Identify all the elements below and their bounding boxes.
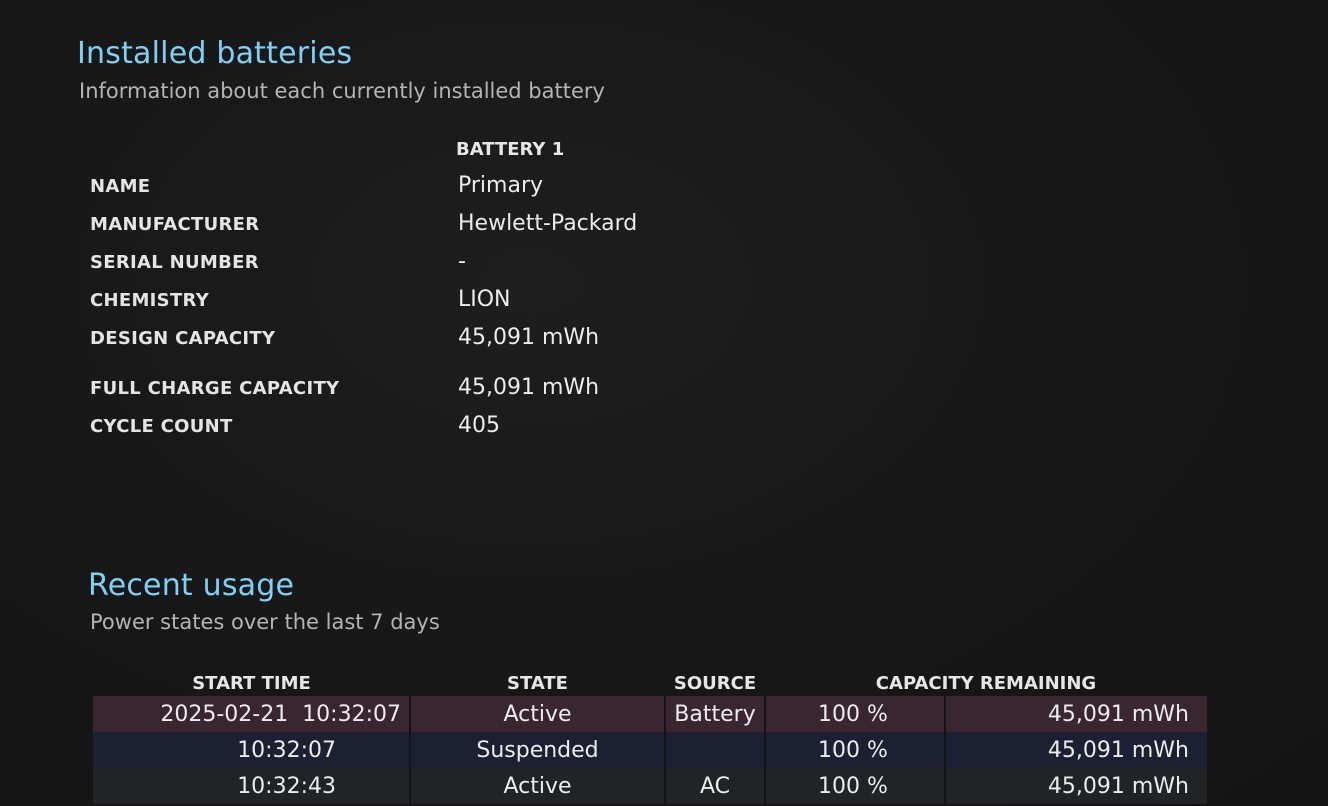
battery-label: CHEMISTRY <box>90 290 210 311</box>
battery-row-manufacturer: MANUFACTURER Hewlett-Packard <box>90 209 790 247</box>
battery-row-chemistry: CHEMISTRY LION <box>90 285 790 323</box>
battery-value: - <box>458 249 466 274</box>
battery-row-cycle-count: CYCLE COUNT 405 <box>90 411 790 449</box>
start-time-cell: 2025-02-21 10:32:07 <box>93 696 411 732</box>
capacity-percent-cell: 100 % <box>765 696 946 732</box>
state-cell: Active <box>410 696 666 732</box>
state-header: STATE <box>507 673 568 694</box>
start-time-header: START TIME <box>192 673 311 694</box>
usage-header-row: START TIME STATE SOURCE CAPACITY REMAINI… <box>93 662 1207 696</box>
recent-usage-subtitle: Power states over the last 7 days <box>90 610 440 634</box>
capacity-percent-cell: 100 % <box>765 732 946 768</box>
battery-value: Hewlett-Packard <box>458 211 638 236</box>
battery-label: DESIGN CAPACITY <box>90 328 276 349</box>
battery-label: MANUFACTURER <box>90 214 260 235</box>
start-time-cell: 10:32:07 <box>93 732 411 768</box>
battery-value: Primary <box>458 173 544 198</box>
battery-label: FULL CHARGE CAPACITY <box>90 378 340 399</box>
capacity-remaining-header: CAPACITY REMAINING <box>875 673 1097 694</box>
battery-row-design-capacity: DESIGN CAPACITY 45,091 mWh <box>90 323 790 361</box>
battery-column-header: BATTERY 1 <box>456 139 565 160</box>
capacity-mwh-cell: 45,091 mWh <box>945 696 1207 732</box>
installed-batteries-subtitle: Information about each currently install… <box>79 79 605 103</box>
battery-label: NAME <box>90 176 151 197</box>
battery-row-serial-number: SERIAL NUMBER - <box>90 247 790 285</box>
battery-row-name: NAME Primary <box>90 171 790 209</box>
battery-row-full-charge-capacity: FULL CHARGE CAPACITY 45,091 mWh <box>90 373 790 411</box>
table-row: 10:32:07 Suspended 100 % 45,091 mWh <box>93 732 1207 768</box>
capacity-percent-cell: 100 % <box>765 768 946 804</box>
start-time-cell: 10:32:43 <box>93 768 411 804</box>
source-cell <box>665 732 766 768</box>
battery-label: CYCLE COUNT <box>90 416 233 437</box>
source-header: SOURCE <box>673 673 757 694</box>
battery-value: LION <box>458 287 511 312</box>
battery-value: 45,091 mWh <box>458 325 600 350</box>
source-cell: Battery <box>665 696 766 732</box>
source-cell: AC <box>665 768 766 804</box>
battery-label: SERIAL NUMBER <box>90 252 259 273</box>
recent-usage-table: START TIME STATE SOURCE CAPACITY REMAINI… <box>93 662 1207 804</box>
state-cell: Suspended <box>410 732 666 768</box>
recent-usage-title: Recent usage <box>88 568 295 603</box>
battery-value: 405 <box>458 413 500 438</box>
battery-info-table: NAME Primary MANUFACTURER Hewlett-Packar… <box>90 171 790 449</box>
state-cell: Active <box>410 768 666 804</box>
installed-batteries-title: Installed batteries <box>77 36 353 71</box>
capacity-mwh-cell: 45,091 mWh <box>945 768 1207 804</box>
table-row: 10:32:43 Active AC 100 % 45,091 mWh <box>93 768 1207 804</box>
battery-value: 45,091 mWh <box>458 375 600 400</box>
table-row: 2025-02-21 10:32:07 Active Battery 100 %… <box>93 696 1207 732</box>
capacity-mwh-cell: 45,091 mWh <box>945 732 1207 768</box>
